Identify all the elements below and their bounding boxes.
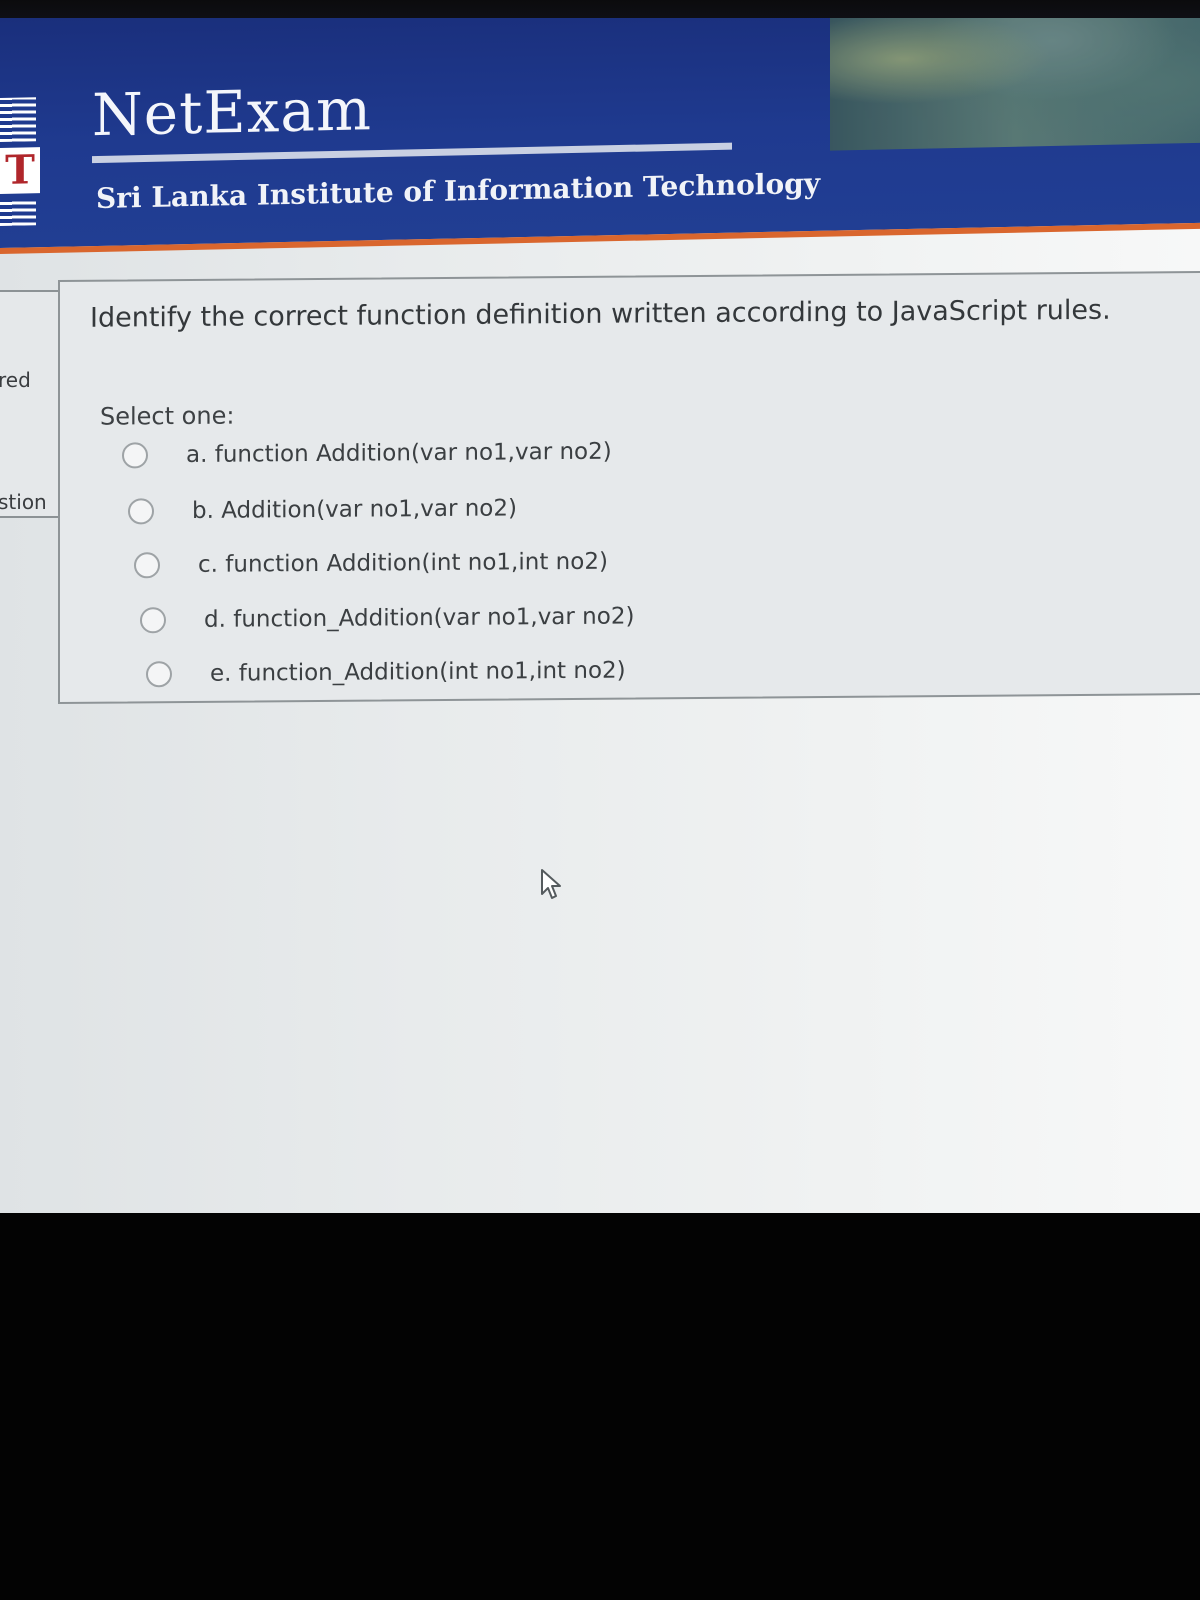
answer-option-label[interactable]: e. function_Addition(int no1,int no2) <box>210 656 626 689</box>
answer-option-c[interactable]: c. function Addition(int no1,int no2) <box>134 545 608 583</box>
logo-grid-bottom <box>0 199 36 226</box>
question-text: Identify the correct function definition… <box>90 294 1111 334</box>
exam-screen: T NetExam Sri Lanka Institute of Informa… <box>0 18 1200 1213</box>
radio-button[interactable] <box>140 607 166 634</box>
answer-option-label[interactable]: c. function Addition(int no1,int no2) <box>198 547 608 580</box>
answer-option-d[interactable]: d. function_Addition(var no1,var no2) <box>140 599 634 637</box>
answer-option-label[interactable]: b. Addition(var no1,var no2) <box>192 493 517 526</box>
radio-button[interactable] <box>122 442 148 469</box>
question-card: Identify the correct function definition… <box>58 270 1200 704</box>
answer-option-label[interactable]: d. function_Addition(var no1,var no2) <box>204 601 634 634</box>
radio-button[interactable] <box>146 661 172 688</box>
radio-button[interactable] <box>134 552 160 579</box>
answer-option-label[interactable]: a. function Addition(var no1,var no2) <box>186 437 612 470</box>
header-banner: T NetExam Sri Lanka Institute of Informa… <box>0 18 1200 254</box>
answer-option-b[interactable]: b. Addition(var no1,var no2) <box>128 491 517 528</box>
radio-button[interactable] <box>128 498 154 525</box>
institute-name: Sri Lanka Institute of Information Techn… <box>96 166 820 215</box>
answer-option-a[interactable]: a. function Addition(var no1,var no2) <box>122 435 612 473</box>
header-photo <box>830 18 1200 151</box>
mouse-cursor-icon <box>541 869 561 899</box>
institute-logo: T <box>0 97 44 238</box>
sidebar-status-label: red <box>0 368 31 392</box>
sidebar-flag-question-link[interactable]: stion <box>0 490 47 514</box>
brand-title: NetExam <box>92 75 373 150</box>
answer-option-e[interactable]: e. function_Addition(int no1,int no2) <box>146 654 626 692</box>
logo-letter: T <box>0 146 40 194</box>
select-one-label: Select one: <box>100 401 235 431</box>
logo-grid-top <box>0 97 36 142</box>
